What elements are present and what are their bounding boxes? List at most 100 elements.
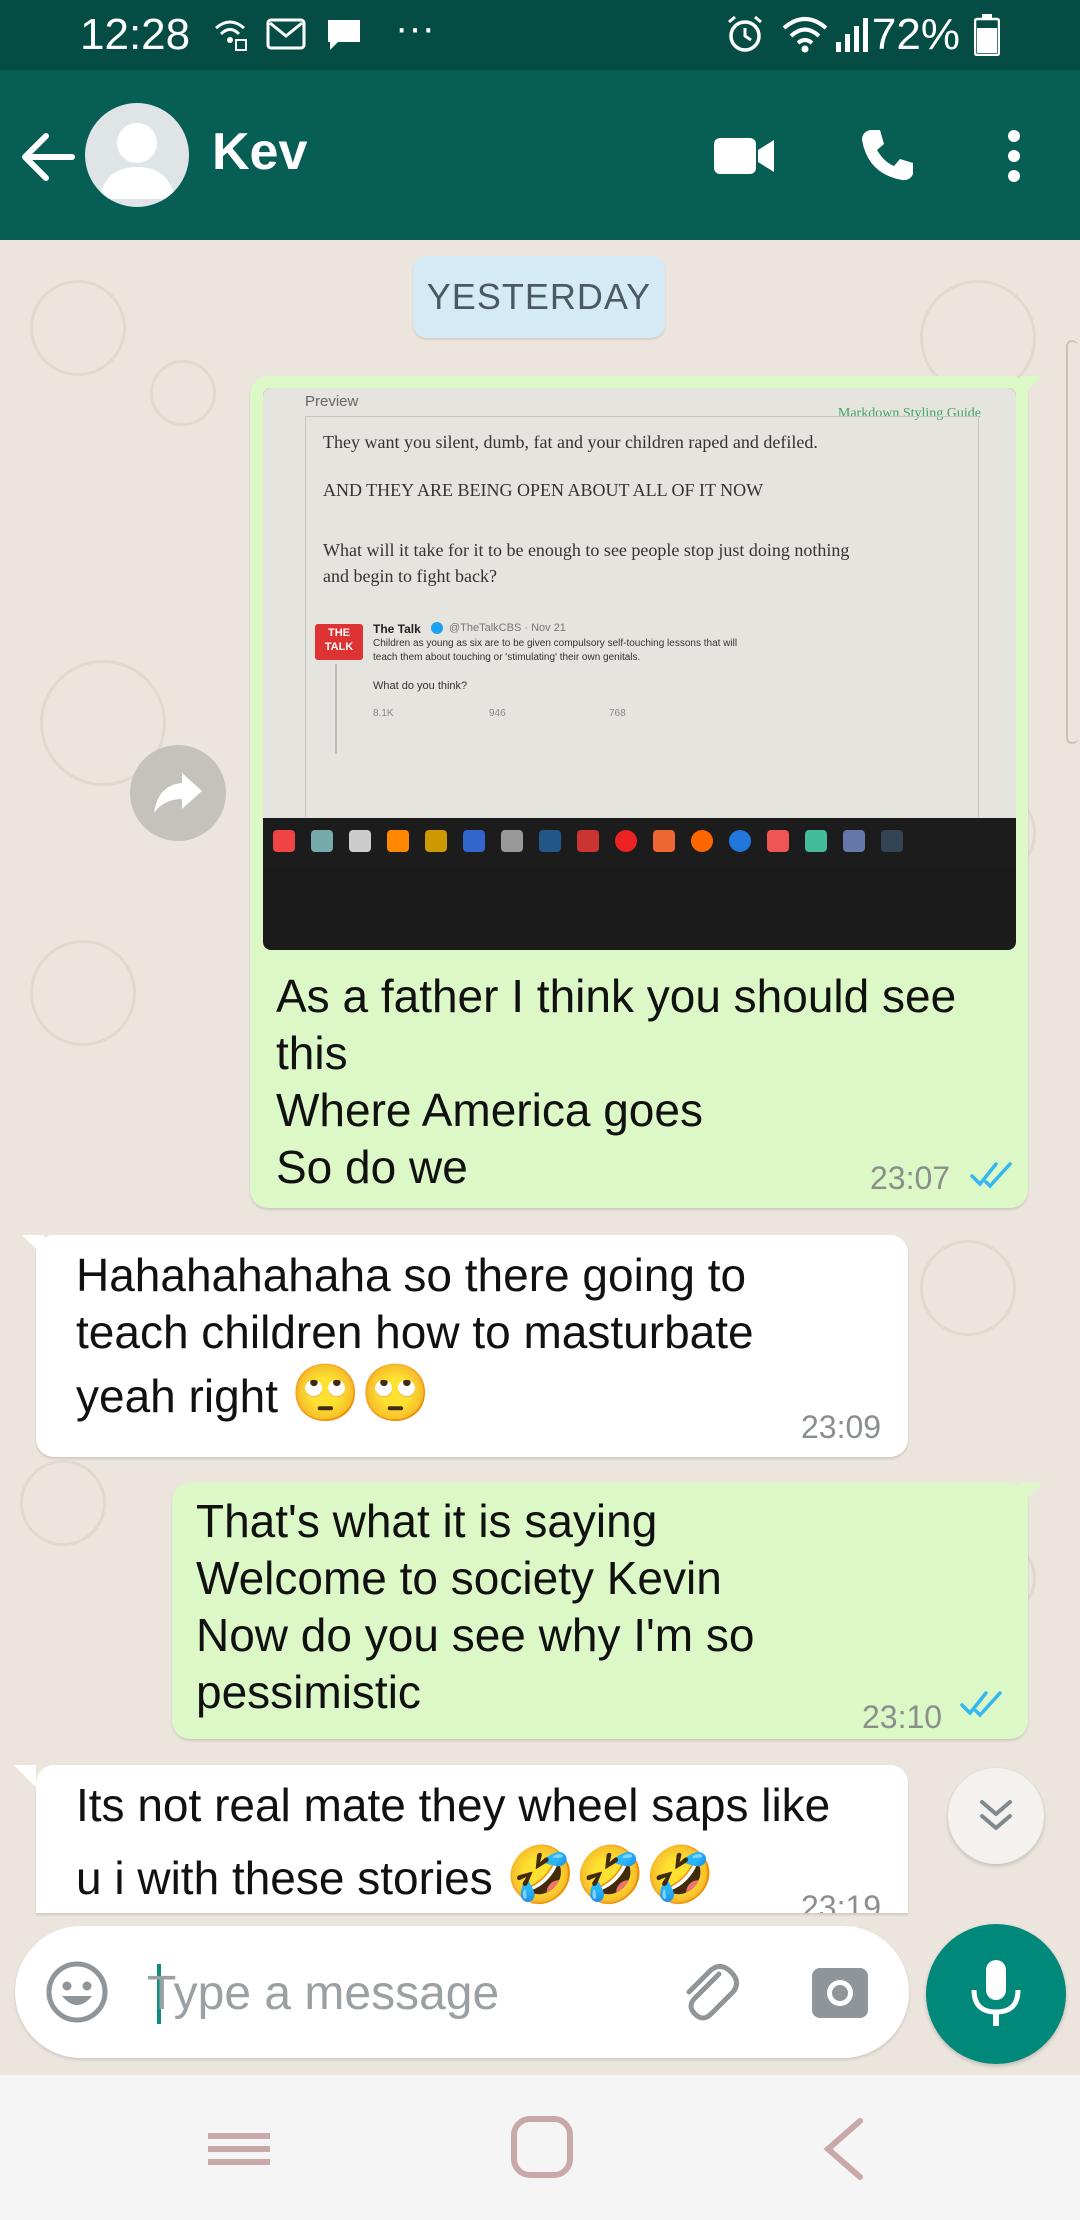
tweet-card: THE TALK The Talk @TheTalkCBS · Nov 21 C… xyxy=(309,618,969,758)
taskbar-app-icon xyxy=(349,830,371,852)
tweet-replies: 8.1K xyxy=(373,708,394,719)
message-bubble-incoming[interactable]: Hahahahahaha so there going to teach chi… xyxy=(22,1235,908,1457)
scroll-indicator[interactable] xyxy=(1066,340,1078,744)
battery-icon xyxy=(974,14,1000,56)
home-icon[interactable] xyxy=(510,2115,574,2179)
voice-call-icon[interactable] xyxy=(858,126,916,184)
tweet-text-2: teach them about touching or 'stimulatin… xyxy=(373,652,641,663)
wallpaper-doodle xyxy=(920,1240,1016,1336)
battery-percent: 72% xyxy=(871,10,960,59)
forward-button[interactable] xyxy=(130,745,226,841)
chat-header: Kev xyxy=(0,70,1080,240)
status-bar: 12:28 ··· 72% xyxy=(0,0,1080,70)
wallpaper-doodle xyxy=(30,280,126,376)
eye-roll-emoji: 🙄🙄 xyxy=(290,1361,431,1424)
recent-apps-icon[interactable] xyxy=(206,2129,272,2169)
taskbar-app-icon xyxy=(577,830,599,852)
contact-name[interactable]: Kev xyxy=(212,122,307,182)
taskbar-app-icon xyxy=(843,830,865,852)
taskbar-app-icon xyxy=(501,830,523,852)
voice-message-button[interactable] xyxy=(926,1924,1066,2064)
tweet-likes: 768 xyxy=(609,708,626,719)
message-text-tail-words: yeah right xyxy=(76,1370,291,1422)
message-composer xyxy=(15,1926,909,2058)
message-text-tail: yeah right 🙄🙄 xyxy=(76,1363,430,1425)
taskbar-app-icon xyxy=(653,830,675,852)
thread-line xyxy=(335,664,337,754)
read-receipt-icon xyxy=(960,1691,1002,1718)
message-time: 23:09 xyxy=(801,1409,882,1445)
camera-icon[interactable] xyxy=(808,1960,872,2024)
message-icon xyxy=(328,20,360,50)
talk-logo: THE TALK xyxy=(315,624,363,660)
bubble-tail xyxy=(14,1765,36,1787)
date-divider: YESTERDAY xyxy=(413,256,665,338)
wallpaper-doodle xyxy=(30,940,136,1046)
default-avatar-icon xyxy=(99,123,175,199)
microphone-icon xyxy=(971,1960,1021,2026)
alarm-icon xyxy=(728,15,762,52)
doc-line-3: What will it take for it to be enough to… xyxy=(323,540,850,560)
taskbar-app-icon xyxy=(805,830,827,852)
bubble-tail xyxy=(1020,1483,1042,1505)
doc-line-2: AND THEY ARE BEING OPEN ABOUT ALL OF IT … xyxy=(323,480,764,500)
taskbar-app-icon xyxy=(273,830,295,852)
laughing-emoji: 🤣🤣🤣 xyxy=(505,1843,715,1906)
taskbar-app-icon xyxy=(691,830,713,852)
scroll-to-bottom-button[interactable] xyxy=(948,1768,1044,1864)
tweet-question: What do you think? xyxy=(373,680,468,692)
tweet-author: The Talk xyxy=(373,622,421,636)
taskbar-app-icon xyxy=(463,830,485,852)
message-input[interactable] xyxy=(145,1956,649,2030)
talk-logo-top: THE xyxy=(328,627,350,639)
more-options-icon[interactable] xyxy=(1002,128,1026,184)
wifi-icon xyxy=(782,17,828,53)
taskbar-app-icon xyxy=(425,830,447,852)
overflow-dots: ··· xyxy=(395,6,435,50)
tweet-retweets: 946 xyxy=(489,708,506,719)
wifi-call-icon xyxy=(215,20,247,51)
bubble-tail xyxy=(1020,376,1042,398)
emoji-icon[interactable] xyxy=(45,1960,109,2024)
shared-image[interactable]: Preview Markdown Styling Guide They want… xyxy=(263,388,1016,950)
preview-label: Preview xyxy=(305,393,359,410)
contact-avatar[interactable] xyxy=(85,103,189,207)
taskbar-app-icon xyxy=(881,830,903,852)
screenshot-document: Preview Markdown Styling Guide They want… xyxy=(263,388,1016,818)
video-call-icon[interactable] xyxy=(712,134,776,178)
read-receipt-icon xyxy=(970,1162,1012,1189)
double-chevron-down-icon xyxy=(980,1800,1012,1830)
status-time: 12:28 xyxy=(80,10,191,59)
forward-icon xyxy=(154,773,202,813)
taskbar-app-icon xyxy=(767,830,789,852)
message-text: As a father I think you should see this … xyxy=(276,970,957,1193)
verified-badge-icon xyxy=(431,622,443,634)
taskbar-app-icon xyxy=(311,830,333,852)
taskbar-app-icon xyxy=(387,830,409,852)
attach-icon[interactable] xyxy=(675,1958,743,2026)
back-arrow-icon[interactable] xyxy=(20,132,76,182)
back-nav-icon[interactable] xyxy=(822,2117,866,2181)
message-text: Hahahahahaha so there going to teach chi… xyxy=(76,1249,754,1358)
wallpaper-doodle xyxy=(150,360,216,426)
message-time: 23:10 xyxy=(862,1699,943,1735)
wallpaper-doodle xyxy=(20,1460,106,1546)
talk-logo-bottom: TALK xyxy=(324,641,354,653)
message-bubble-incoming[interactable]: Its not real mate they wheel saps like u… xyxy=(36,1765,908,1913)
taskbar-app-icon xyxy=(729,830,751,852)
doc-line-1: They want you silent, dumb, fat and your… xyxy=(323,432,818,452)
screenshot-taskbar xyxy=(263,818,1016,868)
mail-icon xyxy=(266,18,306,50)
system-navigation-bar xyxy=(0,2075,1080,2220)
message-bubble-outgoing[interactable]: That's what it is saying Welcome to soci… xyxy=(172,1483,1042,1739)
message-text: Its not real mate they wheel saps like xyxy=(76,1779,831,1831)
message-text-tail: u i with these stories 🤣🤣🤣 xyxy=(76,1845,715,1907)
signal-icon xyxy=(836,18,868,52)
message-time: 23:19 xyxy=(801,1889,882,1913)
bubble-tail xyxy=(22,1235,44,1257)
doc-line-4: and begin to fight back? xyxy=(323,566,497,586)
taskbar-app-icon xyxy=(539,830,561,852)
message-time: 23:07 xyxy=(870,1160,951,1196)
tweet-text-1: Children as young as six are to be given… xyxy=(373,638,738,649)
taskbar-app-icon xyxy=(615,830,637,852)
